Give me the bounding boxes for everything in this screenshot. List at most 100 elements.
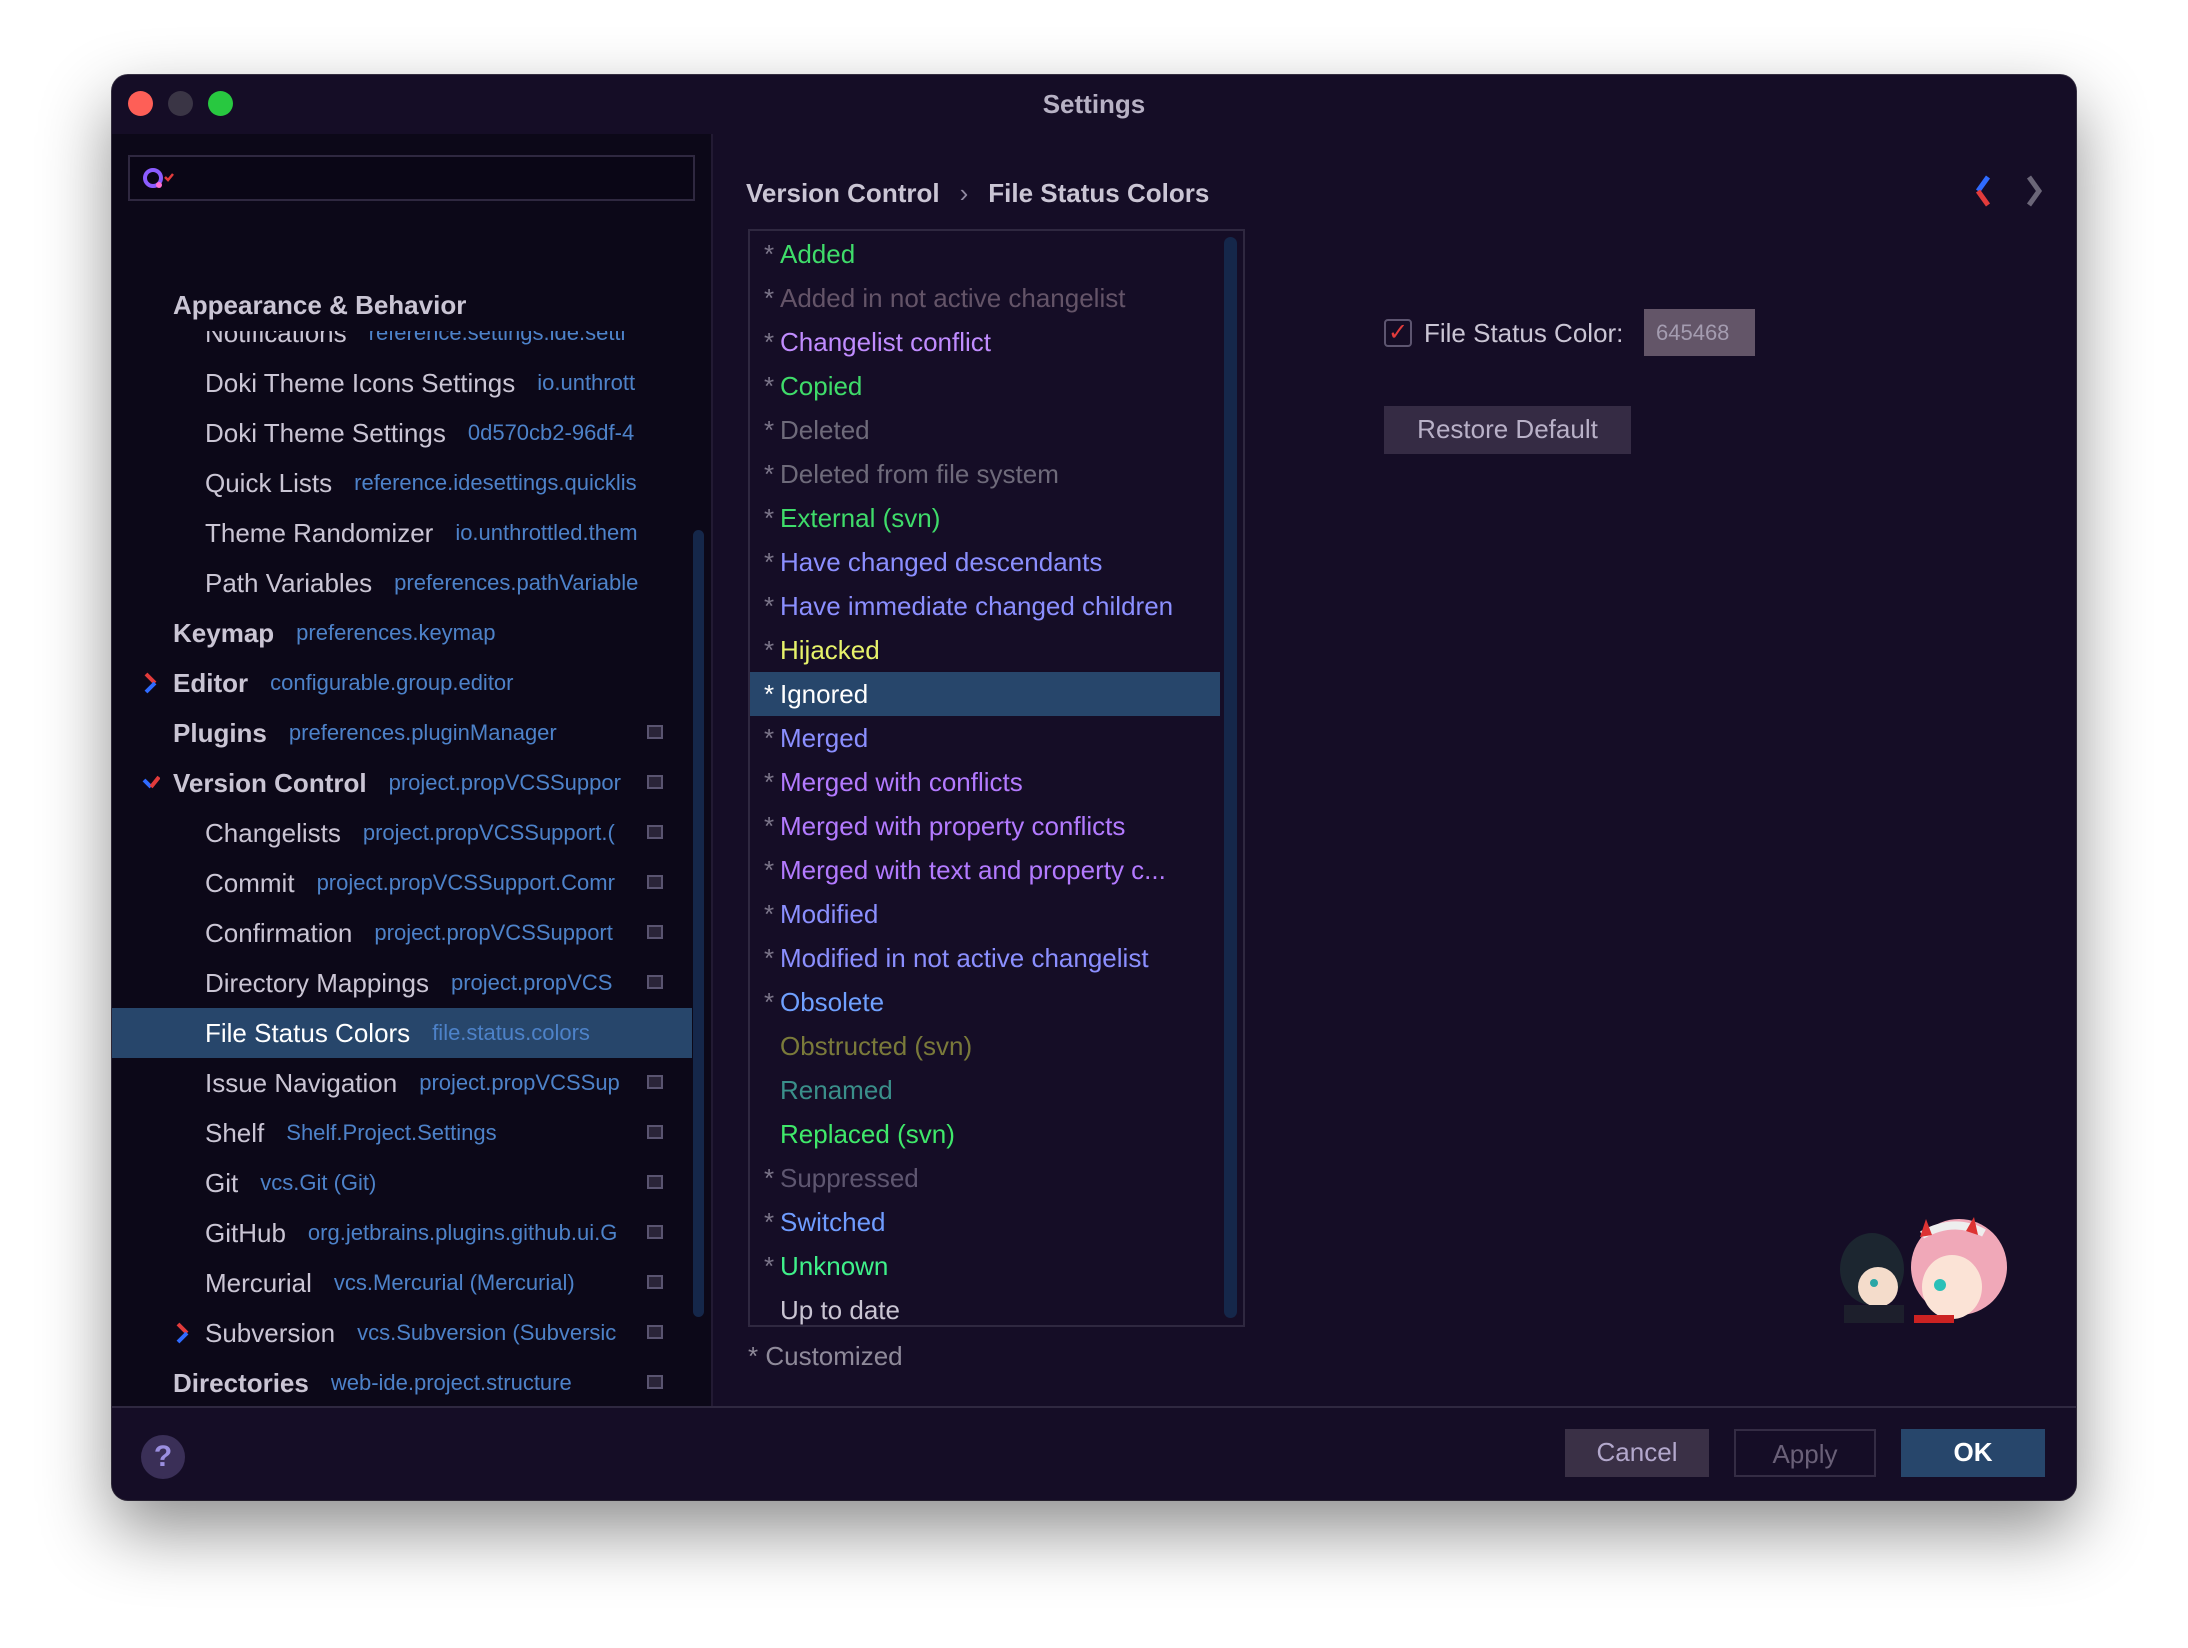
- status-label: Have immediate changed children: [780, 590, 1174, 621]
- sidebar-item-mercurial[interactable]: Mercurial vcs.Mercurial (Mercurial): [112, 1258, 692, 1308]
- sidebar-item-version-control[interactable]: Version Control project.propVCSSuppor: [112, 758, 692, 808]
- sidebar-item-changelists[interactable]: Changelists project.propVCSSupport.(: [112, 808, 692, 858]
- sidebar-item-plugins[interactable]: Plugins preferences.pluginManager: [112, 708, 692, 758]
- chevron-right-icon[interactable]: [174, 1322, 192, 1344]
- sidebar-item-issue-navigation[interactable]: Issue Navigation project.propVCSSup: [112, 1058, 692, 1108]
- customized-marker: *: [763, 326, 775, 357]
- project-level-icon: [647, 775, 663, 789]
- status-item-have-changed-descendants[interactable]: * Have changed descendants: [750, 540, 1220, 584]
- customized-marker: *: [763, 1206, 775, 1237]
- sidebar-item-editor[interactable]: Editor configurable.group.editor: [112, 658, 692, 708]
- status-item-changelist-conflict[interactable]: * Changelist conflict: [750, 320, 1220, 364]
- project-level-icon: [647, 1375, 663, 1389]
- sidebar-item-commit[interactable]: Commit project.propVCSSupport.Comr: [112, 858, 692, 908]
- status-label: Added: [780, 238, 856, 269]
- status-label: Replaced (svn): [780, 1118, 955, 1149]
- mascot-image: [1834, 1217, 2014, 1323]
- status-item-merged-with-conflicts[interactable]: * Merged with conflicts: [750, 760, 1220, 804]
- status-item-ignored[interactable]: * Ignored: [750, 672, 1220, 716]
- cancel-button[interactable]: Cancel: [1565, 1429, 1709, 1477]
- project-level-icon: [647, 1275, 663, 1289]
- sidebar-item-id: project.propVCSSuppor: [388, 770, 621, 795]
- file-status-color-checkbox[interactable]: ✓: [1384, 319, 1412, 347]
- sidebar-item-github[interactable]: GitHub org.jetbrains.plugins.github.ui.G: [112, 1208, 692, 1258]
- file-status-color-label: File Status Color:: [1424, 318, 1624, 348]
- project-level-icon: [647, 1075, 663, 1089]
- sidebar-item-label: Changelists: [205, 817, 341, 848]
- project-level-icon: [647, 825, 663, 839]
- sidebar-item-label: Shelf: [205, 1117, 265, 1148]
- status-label: Have changed descendants: [780, 546, 1103, 577]
- chevron-left-icon[interactable]: [1970, 174, 1996, 208]
- sidebar-item-keymap[interactable]: Keymap preferences.keymap: [112, 608, 692, 658]
- status-item-hijacked[interactable]: * Hijacked: [750, 628, 1220, 672]
- status-item-renamed[interactable]: Renamed: [750, 1068, 1220, 1112]
- status-item-obsolete[interactable]: * Obsolete: [750, 980, 1220, 1024]
- sidebar-item-directory-mappings[interactable]: Directory Mappings project.propVCS: [112, 958, 692, 1008]
- sidebar-item-label: Commit: [205, 867, 295, 898]
- status-item-copied[interactable]: * Copied: [750, 364, 1220, 408]
- ok-button[interactable]: OK: [1901, 1429, 2045, 1477]
- file-status-list[interactable]: * Added * Added in not active changelist * Ch…: [748, 229, 1245, 1327]
- file-status-colors-panel: Version Control › File Status Colors * Adde…: [713, 134, 2076, 1406]
- customized-marker: *: [763, 238, 775, 269]
- sidebar-item-path-variables[interactable]: Path Variables preferences.pathVariable: [112, 558, 692, 608]
- status-item-added[interactable]: * Added: [750, 232, 1220, 276]
- status-label: Obstructed (svn): [780, 1030, 973, 1061]
- status-item-deleted-from-file-system[interactable]: * Deleted from file system: [750, 452, 1220, 496]
- sidebar-item-doki-theme-settings[interactable]: Doki Theme Settings 0d570cb2-96df-4: [112, 408, 692, 458]
- breadcrumb: Version Control › File Status Colors: [746, 178, 1209, 209]
- chevron-right-icon[interactable]: [2021, 174, 2047, 208]
- help-button[interactable]: ?: [141, 1435, 185, 1479]
- sidebar-item-id: Shelf.Project.Settings: [286, 1120, 497, 1145]
- status-item-deleted[interactable]: * Deleted: [750, 408, 1220, 452]
- sidebar-item-quick-lists[interactable]: Quick Lists reference.idesettings.quickli…: [112, 458, 692, 508]
- search-icon: [143, 168, 174, 188]
- status-item-merged[interactable]: * Merged: [750, 716, 1220, 760]
- sidebar-item-git[interactable]: Git vcs.Git (Git): [112, 1158, 692, 1208]
- list-scrollbar[interactable]: [1224, 237, 1237, 1318]
- status-item-obstructed-svn[interactable]: Obstructed (svn): [750, 1024, 1220, 1068]
- sidebar-item-label: Plugins: [173, 717, 267, 748]
- status-item-unknown[interactable]: * Unknown: [750, 1244, 1220, 1288]
- status-item-up-to-date[interactable]: Up to date: [750, 1288, 1220, 1325]
- customized-marker: *: [763, 282, 775, 313]
- customized-marker: *: [763, 678, 775, 709]
- sidebar-item-confirmation[interactable]: Confirmation project.propVCSSupport: [112, 908, 692, 958]
- sidebar-scrollbar[interactable]: [693, 530, 704, 1317]
- sidebar-item-theme-randomizer[interactable]: Theme Randomizer io.unthrottled.them: [112, 508, 692, 558]
- sidebar-item-id: project.propVCS: [450, 970, 613, 995]
- customized-marker: *: [763, 898, 775, 929]
- settings-search-input[interactable]: [128, 155, 695, 201]
- customized-marker: *: [763, 590, 775, 621]
- sidebar-item-id: project.propVCSSupport.Comr: [316, 870, 615, 895]
- sidebar-item-doki-theme-icons-settings[interactable]: Doki Theme Icons Settings io.unthrott: [112, 358, 692, 408]
- status-item-external-svn[interactable]: * External (svn): [750, 496, 1220, 540]
- status-item-modified[interactable]: * Modified: [750, 892, 1220, 936]
- breadcrumb-parent[interactable]: Version Control: [746, 178, 940, 208]
- chevron-right-icon[interactable]: [142, 672, 160, 694]
- sidebar-item-label: Keymap: [173, 617, 275, 648]
- sidebar-item-directories[interactable]: Directories web-ide.project.structure: [112, 1358, 692, 1406]
- sidebar-item-file-status-colors[interactable]: File Status Colors file.status.colors: [112, 1008, 692, 1058]
- status-item-modified-in-not-active-changelist[interactable]: * Modified in not active changelist: [750, 936, 1220, 980]
- sidebar-item-label: Confirmation: [205, 917, 353, 948]
- status-item-replaced-svn[interactable]: Replaced (svn): [750, 1112, 1220, 1156]
- status-label: Ignored: [780, 678, 869, 709]
- status-item-merged-with-text-and-property-c[interactable]: * Merged with text and property c...: [750, 848, 1220, 892]
- restore-default-button[interactable]: Restore Default: [1384, 406, 1631, 454]
- color-value-field[interactable]: 645468: [1644, 309, 1755, 356]
- apply-button[interactable]: Apply: [1734, 1429, 1876, 1477]
- sidebar-item-id: vcs.Mercurial (Mercurial): [333, 1270, 575, 1295]
- status-item-merged-with-property-conflicts[interactable]: * Merged with property conflicts: [750, 804, 1220, 848]
- customized-marker: *: [763, 942, 775, 973]
- sidebar-item-subversion[interactable]: Subversion vcs.Subversion (Subversic: [112, 1308, 692, 1358]
- status-item-switched[interactable]: * Switched: [750, 1200, 1220, 1244]
- status-item-suppressed[interactable]: * Suppressed: [750, 1156, 1220, 1200]
- sticky-group-header[interactable]: Appearance & Behavior: [112, 285, 702, 331]
- status-item-added-in-not-active-changelist[interactable]: * Added in not active changelist: [750, 276, 1220, 320]
- sidebar-item-label: Version Control: [173, 767, 367, 798]
- sidebar-item-shelf[interactable]: Shelf Shelf.Project.Settings: [112, 1108, 692, 1158]
- chevron-down-icon[interactable]: [142, 772, 160, 794]
- status-item-have-immediate-changed-children[interactable]: * Have immediate changed children: [750, 584, 1220, 628]
